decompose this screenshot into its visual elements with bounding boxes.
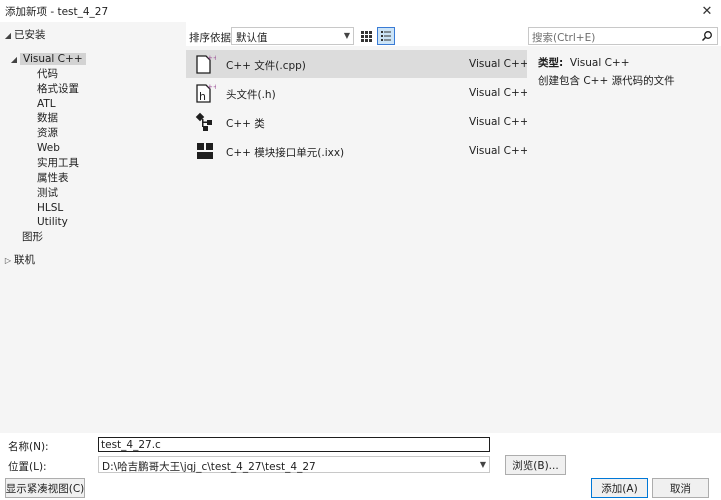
window-title: 添加新项 - test_4_27 [5, 6, 109, 18]
template-language: Visual C++ [469, 116, 529, 128]
details-pane [527, 46, 721, 433]
sort-label: 排序依据: [189, 32, 235, 44]
type-line: 类型: Visual C++ [538, 55, 630, 70]
name-input[interactable] [98, 437, 490, 452]
location-value: D:\哈吉鹏哥大王\jqj_c\test_4_27\test_4_27 [102, 461, 316, 473]
tree-item-graphics[interactable]: 图形 [22, 230, 43, 244]
svg-text:++: ++ [207, 54, 216, 62]
cancel-button[interactable]: 取消 [652, 478, 709, 498]
cpp-file-icon: ++ [196, 54, 216, 74]
expanded-triangle-icon: ◢ [10, 55, 18, 64]
search-placeholder: 搜索(Ctrl+E) [532, 32, 596, 44]
list-view-icon [381, 31, 391, 41]
tree-item-data[interactable]: 数据 [37, 111, 58, 125]
location-dropdown[interactable]: D:\哈吉鹏哥大王\jqj_c\test_4_27\test_4_27 ▼ [98, 456, 490, 473]
module-interface-icon [197, 143, 213, 159]
template-name: C++ 类 [226, 118, 265, 130]
collapsed-triangle-icon: ▷ [4, 256, 12, 265]
template-language: Visual C++ [469, 87, 529, 99]
name-label: 名称(N): [8, 441, 49, 453]
close-icon: ✕ [701, 3, 713, 19]
tree-item-web[interactable]: Web [37, 141, 60, 155]
tree-item-online[interactable]: ▷ 联机 [2, 253, 35, 267]
svg-text:h: h [199, 90, 206, 103]
template-row-header-file[interactable]: h ++ 头文件(.h) Visual C++ [186, 79, 529, 107]
chevron-down-icon: ▼ [343, 31, 350, 40]
expanded-triangle-icon: ◢ [4, 31, 12, 40]
type-value: Visual C++ [569, 57, 630, 69]
chevron-down-icon: ▼ [479, 460, 486, 469]
template-name: 头文件(.h) [226, 89, 276, 101]
sort-value: 默认值 [236, 32, 268, 44]
location-label: 位置(L): [8, 461, 47, 473]
sort-dropdown[interactable]: 默认值 ▼ [231, 27, 354, 45]
grid-view-button[interactable] [357, 27, 375, 45]
tree-item-utility[interactable]: Utility [37, 215, 68, 229]
type-label: 类型: [538, 57, 564, 69]
search-icon [701, 31, 712, 42]
grid-view-icon [361, 31, 372, 42]
close-button[interactable]: ✕ [697, 2, 717, 20]
tree-item-installed[interactable]: ◢ 已安装 [2, 28, 46, 42]
template-name: C++ 文件(.cpp) [226, 60, 306, 72]
compact-view-button[interactable]: 显示紧凑视图(C) [5, 478, 85, 498]
template-list: ++ C++ 文件(.cpp) Visual C++ h ++ 头文件(.h) … [186, 46, 529, 433]
tree-item-formatting[interactable]: 格式设置 [37, 82, 79, 96]
tree-item-hlsl[interactable]: HLSL [37, 201, 63, 215]
category-tree: ◢ 已安装 ◢ Visual C++ 代码 格式设置 ATL 数据 资源 Web 实… [0, 22, 186, 433]
add-button[interactable]: 添加(A) [591, 478, 648, 498]
tree-item-property-sheet[interactable]: 属性表 [37, 171, 69, 185]
tree-item-utility-tools[interactable]: 实用工具 [37, 156, 79, 170]
search-input[interactable]: 搜索(Ctrl+E) [528, 27, 718, 45]
template-language: Visual C++ [469, 58, 529, 70]
svg-text:++: ++ [207, 83, 216, 91]
header-file-icon: h ++ [196, 83, 216, 103]
template-language: Visual C++ [469, 145, 529, 157]
cpp-class-icon [195, 112, 212, 131]
template-name: C++ 模块接口单元(.ixx) [226, 147, 345, 159]
tree-item-test[interactable]: 测试 [37, 186, 58, 200]
tree-item-visual-cpp[interactable]: ◢ Visual C++ [8, 52, 86, 66]
tree-item-resource[interactable]: 资源 [37, 126, 58, 140]
template-row-module-interface[interactable]: C++ 模块接口单元(.ixx) Visual C++ [186, 137, 529, 165]
tree-item-atl[interactable]: ATL [37, 97, 56, 111]
template-description: 创建包含 C++ 源代码的文件 [538, 75, 675, 87]
browse-button[interactable]: 浏览(B)... [505, 455, 566, 475]
tree-item-code[interactable]: 代码 [37, 67, 58, 81]
template-row-cpp-class[interactable]: C++ 类 Visual C++ [186, 108, 529, 136]
list-view-button[interactable] [377, 27, 395, 45]
template-row-cpp-file[interactable]: ++ C++ 文件(.cpp) Visual C++ [186, 50, 529, 78]
